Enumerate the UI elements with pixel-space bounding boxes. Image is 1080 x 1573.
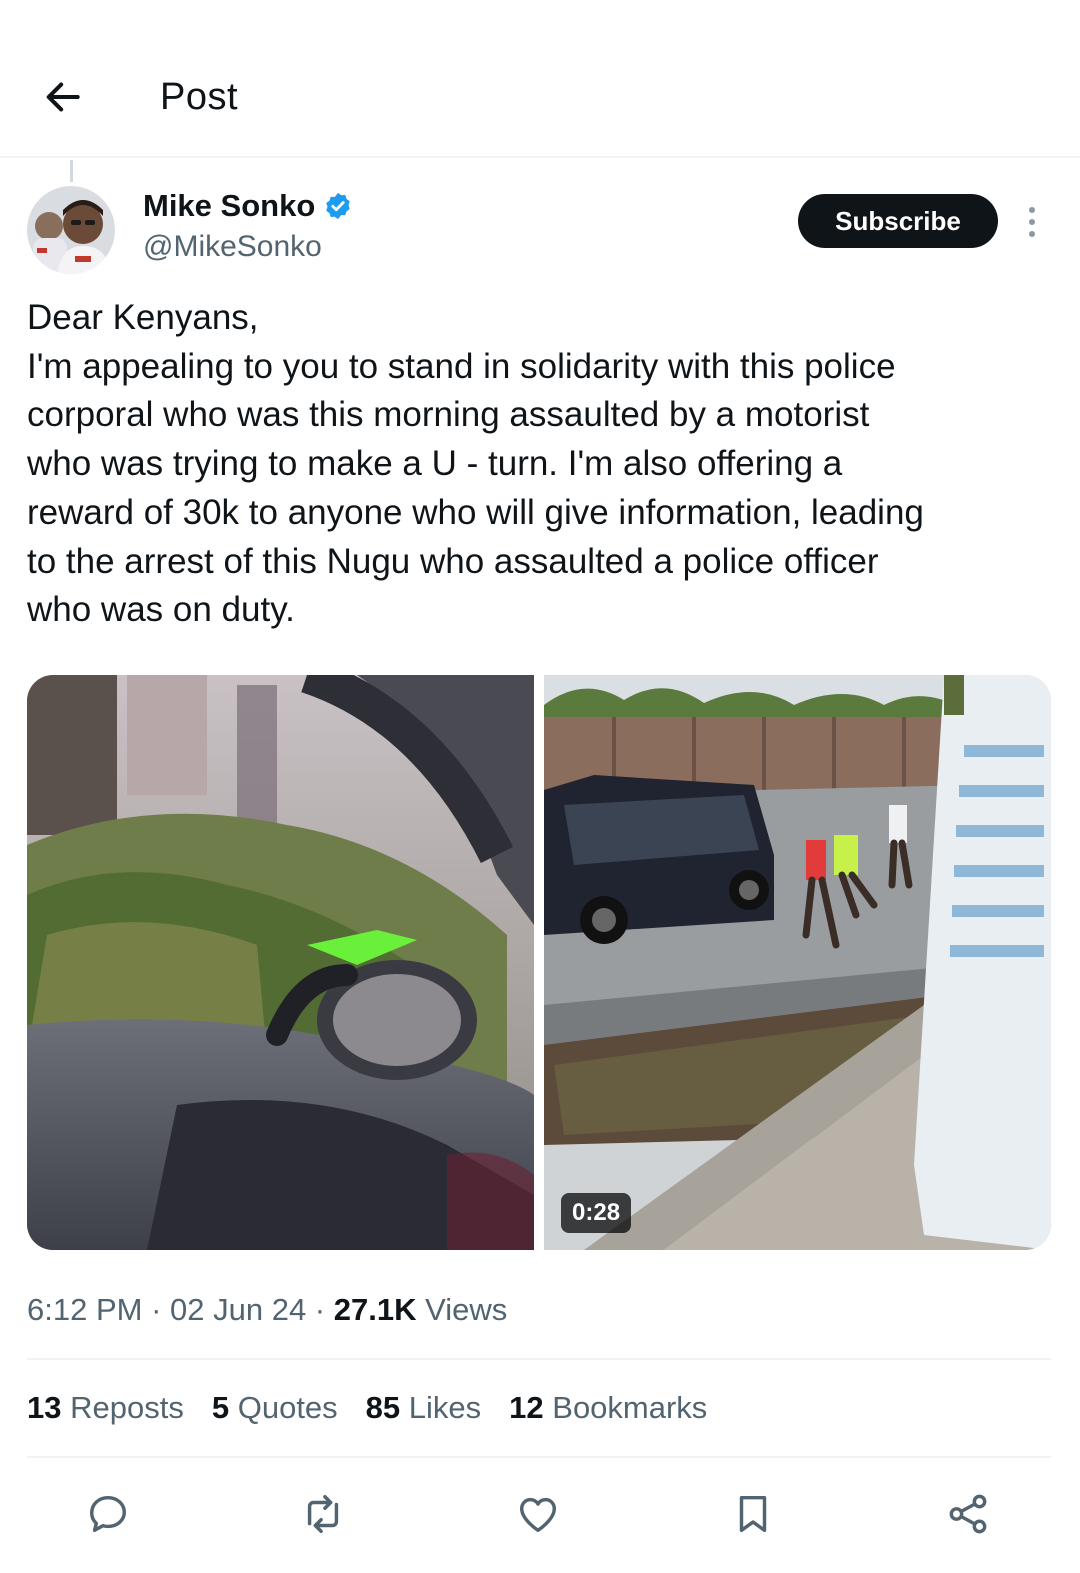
- repost-icon: [307, 1495, 339, 1533]
- engagement-stats: 13 Reposts 5 Quotes 85 Likes 12 Bookmark…: [27, 1390, 707, 1426]
- author-name[interactable]: Mike Sonko: [143, 188, 353, 224]
- heart-icon: [519, 1497, 557, 1533]
- tweet-line: reward of 30k to anyone who will give in…: [27, 492, 924, 532]
- page-title: Post: [160, 76, 239, 118]
- thread-connector: [70, 160, 73, 182]
- like-button[interactable]: [510, 1486, 566, 1542]
- likes-stat[interactable]: 85 Likes: [366, 1390, 481, 1426]
- more-options-button[interactable]: [1016, 200, 1048, 244]
- author-display-name: Mike Sonko: [143, 188, 316, 223]
- tweet-line: who was trying to make a U - turn. I'm a…: [27, 444, 843, 484]
- subscribe-button[interactable]: Subscribe: [798, 194, 998, 248]
- bookmark-icon: [739, 1495, 767, 1533]
- reply-icon: [89, 1495, 127, 1533]
- post-time[interactable]: 6:12 PM: [27, 1292, 142, 1327]
- tweet-text: Dear Kenyans, I'm appealing to you to st…: [27, 294, 1057, 635]
- meta-separator: ·: [306, 1292, 334, 1327]
- media-image-left[interactable]: [27, 675, 534, 1250]
- back-button[interactable]: [38, 72, 88, 122]
- tweet-line: who was on duty.: [27, 590, 295, 630]
- reply-button[interactable]: [80, 1486, 136, 1542]
- views-label: Views: [425, 1292, 508, 1327]
- views-count[interactable]: 27.1K: [334, 1292, 417, 1327]
- share-icon: [949, 1494, 987, 1534]
- video-duration-badge: 0:28: [561, 1193, 632, 1233]
- arrow-left-icon: [46, 82, 80, 112]
- repost-button[interactable]: [295, 1486, 351, 1542]
- share-button[interactable]: [940, 1486, 996, 1542]
- divider: [27, 1456, 1051, 1458]
- media-video-right[interactable]: 0:28: [544, 675, 1051, 1250]
- quotes-stat[interactable]: 5 Quotes: [212, 1390, 338, 1426]
- top-bar: Post: [0, 0, 1080, 158]
- tweet-line: Dear Kenyans,: [27, 298, 259, 337]
- meta-separator: ·: [142, 1292, 171, 1327]
- reposts-stat[interactable]: 13 Reposts: [27, 1390, 184, 1426]
- author-handle[interactable]: @MikeSonko: [143, 230, 322, 264]
- more-vertical-icon: [1029, 207, 1035, 213]
- tweet-line: I'm appealing to you to stand in solidar…: [27, 346, 896, 386]
- avatar[interactable]: [27, 186, 115, 274]
- bookmarks-stat[interactable]: 12 Bookmarks: [509, 1390, 707, 1426]
- post-meta: 6:12 PM · 02 Jun 24 · 27.1K Views: [27, 1292, 507, 1328]
- post-date[interactable]: 02 Jun 24: [170, 1292, 306, 1327]
- verified-badge-icon: [326, 192, 351, 220]
- bookmark-button[interactable]: [725, 1486, 781, 1542]
- tweet-line: to the arrest of this Nugu who assaulted…: [27, 541, 879, 581]
- tweet-line: corporal who was this morning assaulted …: [27, 395, 870, 435]
- divider: [27, 1358, 1051, 1360]
